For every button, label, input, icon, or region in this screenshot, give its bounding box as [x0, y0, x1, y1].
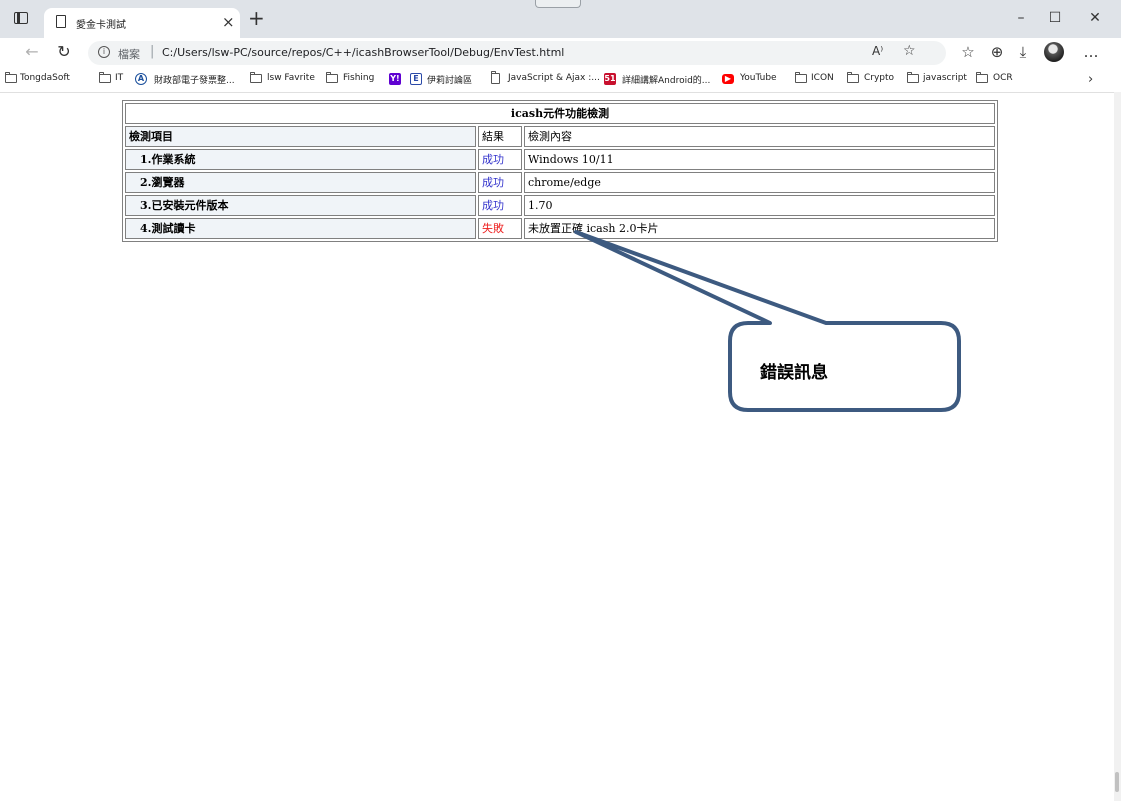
scrollbar-thumb[interactable]: [1115, 772, 1119, 792]
callout-shape: [574, 230, 961, 412]
callout-bubble: [574, 230, 961, 412]
vertical-scrollbar[interactable]: [1114, 92, 1121, 801]
callout-text: 錯誤訊息: [760, 363, 828, 383]
